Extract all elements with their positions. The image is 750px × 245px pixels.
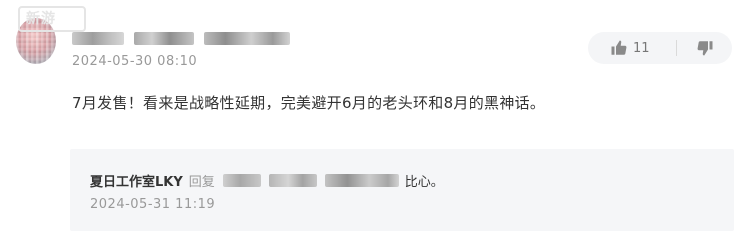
redacted-block	[72, 31, 124, 45]
reply-line: 夏日工作室LKY 回复 比心。	[90, 171, 444, 190]
like-count: 11	[633, 40, 650, 56]
reply-text-tail: 比心。	[404, 175, 444, 190]
like-button[interactable]: 11	[588, 32, 676, 64]
comment-card: 新游 2024-05-30 08:10 11 7月发售！看来是战略性延期，完美避…	[0, 0, 750, 245]
comment-text: 7月发售！看来是战略性延期，完美避开6月的老头环和8月的黑神话。	[72, 94, 546, 112]
redacted-block	[204, 31, 290, 45]
username-redacted[interactable]	[72, 28, 290, 48]
thumbs-down-icon	[696, 39, 714, 57]
reply-author[interactable]: 夏日工作室LKY	[90, 171, 183, 190]
vote-actions: 11	[588, 32, 732, 64]
reply-label: 回复	[188, 175, 215, 190]
thumbs-up-icon	[610, 39, 628, 57]
redacted-block	[222, 174, 261, 187]
redacted-block	[134, 31, 194, 45]
reply-box: 夏日工作室LKY 回复 比心。 2024-05-31 11:19	[70, 149, 734, 231]
reply-timestamp: 2024-05-31 11:19	[90, 197, 216, 212]
redacted-block	[268, 174, 317, 187]
reply-text-redacted	[222, 174, 399, 187]
redacted-block	[324, 174, 399, 187]
dislike-button[interactable]	[677, 32, 732, 64]
comment-timestamp: 2024-05-30 08:10	[72, 54, 198, 69]
